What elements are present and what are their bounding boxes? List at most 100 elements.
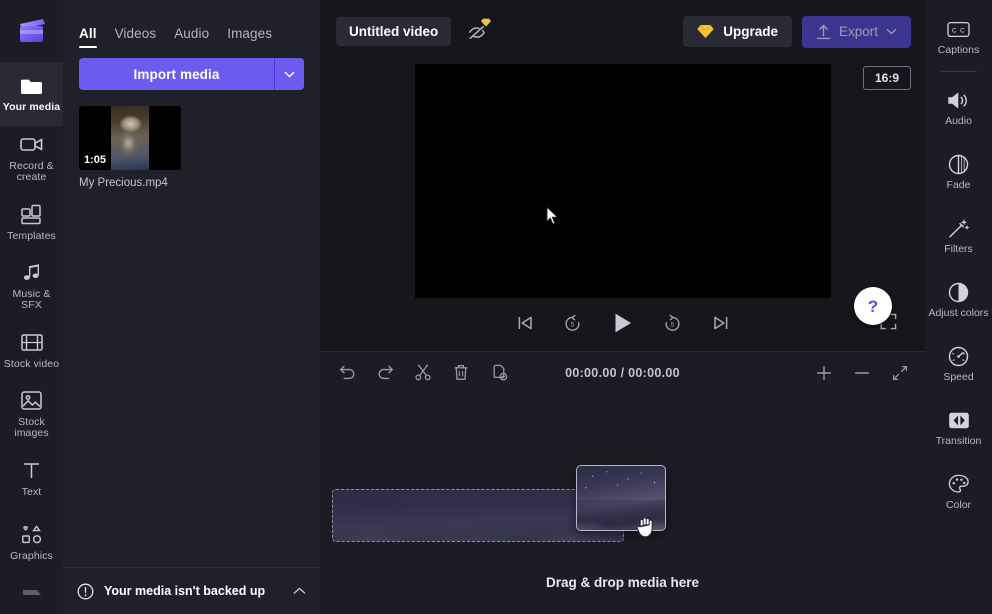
- header-toolbar: Untitled video Upgrade: [320, 0, 925, 63]
- zoom-out-button[interactable]: [851, 362, 873, 384]
- sidebar-item-transition[interactable]: Transition: [925, 396, 992, 460]
- timeline-zoom-controls: [813, 362, 911, 384]
- forward-5-icon: 5: [663, 314, 682, 333]
- play-icon: [613, 312, 633, 334]
- export-button[interactable]: Export: [802, 16, 911, 48]
- skip-forward-icon: [712, 315, 730, 331]
- sidebar-item-overflow[interactable]: [0, 575, 63, 614]
- list-item[interactable]: 1:05 My Precious.mp4: [79, 106, 181, 189]
- fit-to-timeline-button[interactable]: [889, 362, 911, 384]
- aspect-ratio-badge[interactable]: 16:9: [863, 66, 911, 90]
- rewind-5-button[interactable]: 5: [560, 310, 586, 336]
- sidebar-item-label: Color: [946, 500, 971, 512]
- sidebar-item-your-media[interactable]: Your media: [0, 62, 63, 126]
- clapperboard-logo-icon: [17, 17, 47, 45]
- project-title[interactable]: Untitled video: [336, 17, 451, 46]
- sidebar-item-filters[interactable]: Filters: [925, 204, 992, 268]
- media-list: 1:05 My Precious.mp4: [63, 90, 320, 189]
- sidebar-item-audio[interactable]: Audio: [925, 76, 992, 140]
- video-preview-area: 16:9 5: [320, 63, 925, 351]
- video-camera-icon: [20, 133, 44, 157]
- sidebar-item-label: Speed: [943, 372, 973, 384]
- templates-grid-icon: [21, 203, 42, 227]
- play-button[interactable]: [608, 308, 638, 338]
- chevron-down-icon: [886, 28, 897, 35]
- upgrade-button[interactable]: Upgrade: [683, 16, 792, 47]
- sidebar-item-stock-video[interactable]: Stock video: [0, 318, 63, 382]
- sidebar-item-captions[interactable]: CC Captions: [925, 5, 992, 69]
- sidebar-item-stock-images[interactable]: Stock images: [0, 382, 63, 446]
- music-note-icon: [21, 261, 42, 285]
- duplicate-button[interactable]: [488, 362, 510, 384]
- sidebar-item-label: Stock images: [2, 417, 62, 440]
- chevron-up-icon[interactable]: [293, 587, 306, 595]
- magic-wand-icon: [948, 216, 969, 240]
- import-media-button[interactable]: Import media: [79, 58, 274, 90]
- alert-circle-icon: [77, 583, 94, 600]
- closed-caption-icon: CC: [947, 17, 970, 41]
- skip-to-start-button[interactable]: [512, 310, 538, 336]
- palette-icon: [948, 472, 969, 496]
- skip-to-end-button[interactable]: [708, 310, 734, 336]
- tab-videos[interactable]: Videos: [115, 26, 157, 48]
- speedometer-icon: [948, 344, 969, 368]
- timeline-canvas[interactable]: Drag & drop media here: [320, 393, 925, 614]
- timeline-toolbar: 00:00.00 / 00:00.00: [320, 352, 925, 393]
- sidebar-item-templates[interactable]: Templates: [0, 190, 63, 254]
- sidebar-item-label: Fade: [947, 180, 971, 192]
- image-icon: [21, 389, 42, 413]
- sidebar-item-adjust-colors[interactable]: Adjust colors: [925, 268, 992, 332]
- tab-audio[interactable]: Audio: [174, 26, 209, 48]
- editor-main: Untitled video Upgrade: [320, 0, 925, 614]
- drop-hint-label: Drag & drop media here: [320, 575, 925, 590]
- redo-button[interactable]: [374, 362, 396, 384]
- app-logo[interactable]: [0, 0, 63, 62]
- svg-text:5: 5: [571, 321, 575, 328]
- tab-images[interactable]: Images: [227, 26, 272, 48]
- scissors-icon: [415, 364, 431, 381]
- properties-sidebar: CC Captions Audio Fade Filters: [925, 0, 992, 614]
- trash-icon: [453, 364, 469, 381]
- delete-button[interactable]: [450, 362, 472, 384]
- sidebar-item-text[interactable]: Text: [0, 446, 63, 510]
- undo-button[interactable]: [336, 362, 358, 384]
- sidebar-item-label: Music & SFX: [2, 289, 62, 312]
- video-stage[interactable]: [415, 64, 831, 298]
- backup-notice[interactable]: Your media isn't backed up: [63, 567, 320, 614]
- forward-5-button[interactable]: 5: [660, 310, 686, 336]
- drag-preview-thumbnail: [576, 465, 666, 531]
- minus-icon: [854, 365, 870, 381]
- sidebar-item-speed[interactable]: Speed: [925, 332, 992, 396]
- zoom-in-button[interactable]: [813, 362, 835, 384]
- import-media-dropdown[interactable]: [274, 58, 304, 90]
- sidebar-item-music-sfx[interactable]: Music & SFX: [0, 254, 63, 318]
- watermark-toggle-button[interactable]: [461, 17, 491, 47]
- sidebar-item-label: Record & create: [2, 161, 62, 184]
- sidebar-item-fade[interactable]: Fade: [925, 140, 992, 204]
- svg-text:5: 5: [671, 321, 675, 328]
- media-panel: All Videos Audio Images Import media 1:0…: [63, 0, 320, 614]
- skip-back-icon: [516, 315, 534, 331]
- sidebar-item-graphics[interactable]: Graphics: [0, 511, 63, 575]
- fade-circle-icon: [948, 152, 969, 176]
- help-button[interactable]: ?: [854, 287, 892, 325]
- sidebar-item-label: Filters: [944, 244, 973, 256]
- thumbnail-frame: [111, 106, 149, 170]
- timeline: 00:00.00 / 00:00.00: [320, 351, 925, 614]
- export-button-label: Export: [839, 24, 878, 39]
- diamond-icon: [481, 18, 491, 27]
- shapes-icon: [21, 523, 43, 547]
- media-thumbnail[interactable]: 1:05: [79, 106, 181, 170]
- undo-arrow-icon: [339, 365, 356, 380]
- sidebar-item-label: Captions: [938, 45, 979, 57]
- split-button[interactable]: [412, 362, 434, 384]
- diamond-icon: [697, 24, 714, 39]
- sidebar-item-record-create[interactable]: Record & create: [0, 126, 63, 190]
- sidebar-item-label: Text: [22, 487, 42, 499]
- duplicate-icon: [491, 364, 508, 381]
- sidebar-item-label: Your media: [3, 102, 60, 114]
- sidebar-item-color[interactable]: Color: [925, 460, 992, 524]
- backup-notice-label: Your media isn't backed up: [104, 584, 283, 598]
- tab-all[interactable]: All: [79, 26, 97, 48]
- rewind-5-icon: 5: [563, 314, 582, 333]
